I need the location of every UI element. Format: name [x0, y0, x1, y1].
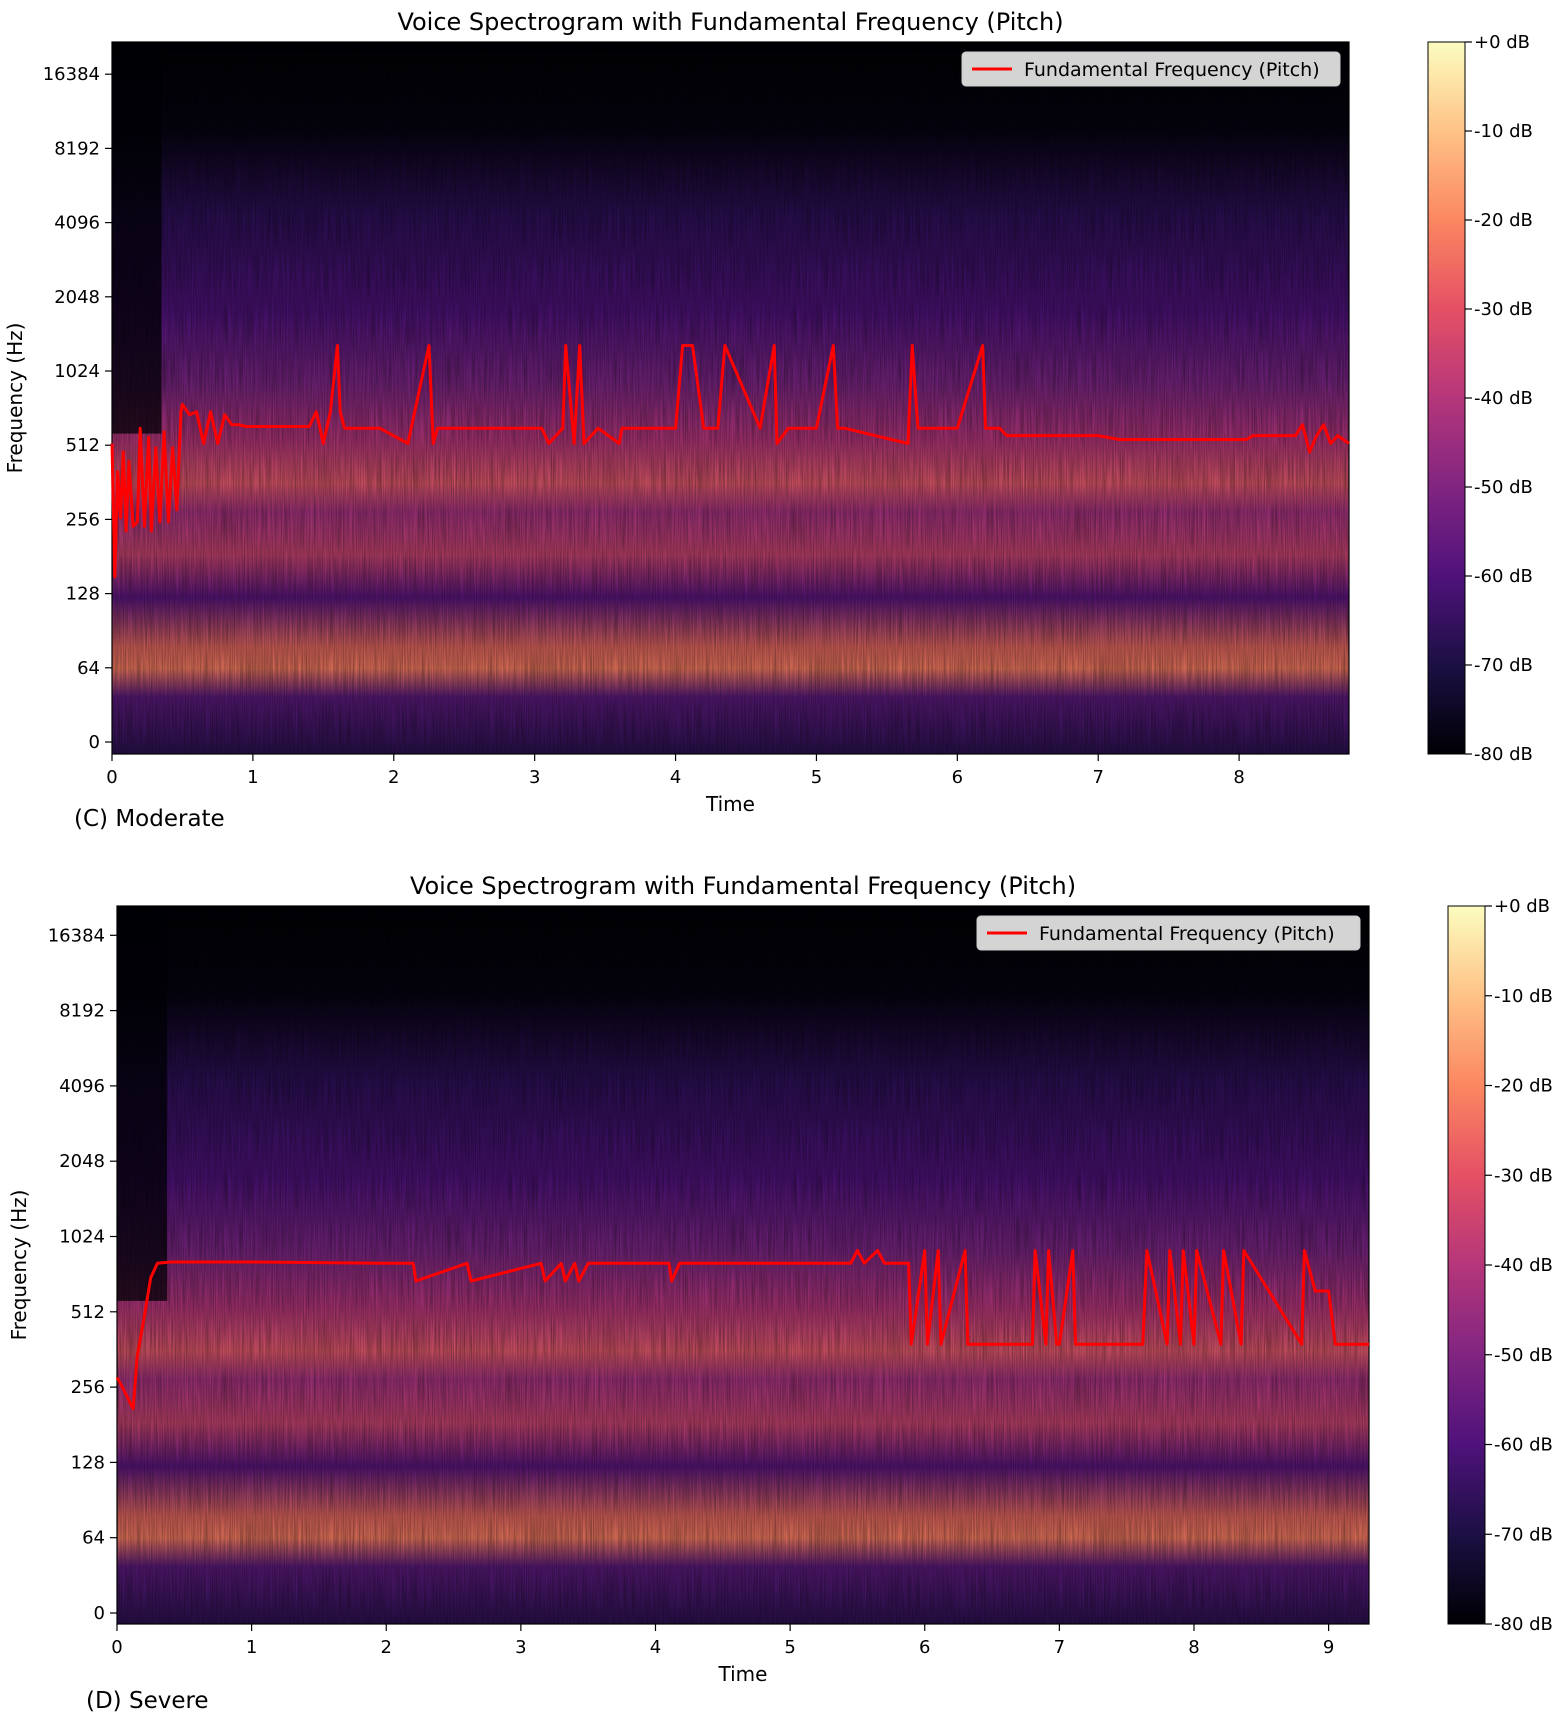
colorbar-tick-label: -20 dB — [1474, 210, 1533, 231]
y-tick-label: 16384 — [48, 925, 105, 946]
y-axis-label: Frequency (Hz) — [7, 1190, 31, 1341]
x-tick-label: 0 — [111, 1637, 122, 1658]
colorbar-tick-label: -70 dB — [1474, 655, 1533, 676]
colorbar-tick-label: -60 dB — [1494, 1435, 1553, 1456]
y-tick-label: 256 — [71, 1377, 105, 1398]
colorbar — [1447, 905, 1486, 1625]
x-tick-label: 6 — [952, 767, 963, 788]
colorbar-tick-label: -40 dB — [1474, 388, 1533, 409]
y-tick-label: 2048 — [59, 1151, 105, 1172]
y-tick-label: 512 — [71, 1302, 105, 1323]
colorbar-tick-label: -10 dB — [1494, 986, 1553, 1007]
y-tick-label: 1024 — [59, 1227, 105, 1248]
spectrogram-chart-moderate: Voice Spectrogram with Fundamental Frequ… — [3, 8, 1533, 816]
x-tick-label: 5 — [784, 1637, 795, 1658]
x-tick-label: 3 — [529, 767, 540, 788]
spectrogram-chart-severe: Voice Spectrogram with Fundamental Frequ… — [7, 872, 1553, 1686]
x-tick-label: 4 — [650, 1637, 661, 1658]
x-tick-label: 3 — [515, 1637, 526, 1658]
x-axis-label: Time — [718, 1662, 768, 1686]
colorbar-tick-label: -80 dB — [1474, 744, 1533, 765]
y-tick-label: 1024 — [54, 361, 100, 382]
y-tick-label: 16384 — [43, 64, 100, 85]
colorbar-tick-label: -50 dB — [1474, 477, 1533, 498]
x-tick-label: 2 — [381, 1637, 392, 1658]
y-axis-label: Frequency (Hz) — [3, 323, 27, 474]
colorbar-tick-label: +0 dB — [1474, 32, 1530, 53]
y-tick-label: 256 — [66, 509, 100, 530]
x-tick-label: 8 — [1188, 1637, 1199, 1658]
x-tick-label: 8 — [1233, 767, 1244, 788]
y-tick-label: 128 — [71, 1452, 105, 1473]
colorbar-tick-label: -60 dB — [1474, 566, 1533, 587]
x-tick-label: 6 — [919, 1637, 930, 1658]
y-tick-label: 64 — [82, 1528, 105, 1549]
chart-title: Voice Spectrogram with Fundamental Frequ… — [397, 8, 1063, 36]
colorbar-tick-label: -10 dB — [1474, 121, 1533, 142]
silence-region — [117, 906, 168, 1301]
y-tick-label: 64 — [77, 658, 100, 679]
colorbar — [1427, 41, 1466, 755]
legend: Fundamental Frequency (Pitch) — [961, 51, 1341, 87]
legend-label: Fundamental Frequency (Pitch) — [1039, 923, 1335, 945]
y-tick-label: 8192 — [59, 1001, 105, 1022]
y-tick-label: 4096 — [54, 213, 100, 234]
y-tick-label: 0 — [89, 732, 100, 753]
x-tick-label: 7 — [1092, 767, 1103, 788]
x-tick-label: 9 — [1323, 1637, 1334, 1658]
silence-region — [112, 42, 162, 434]
y-tick-label: 8192 — [54, 138, 100, 159]
x-tick-label: 1 — [246, 1637, 257, 1658]
legend-label: Fundamental Frequency (Pitch) — [1024, 59, 1320, 81]
y-tick-label: 128 — [66, 584, 100, 605]
x-tick-label: 0 — [106, 767, 117, 788]
x-tick-label: 7 — [1054, 1637, 1065, 1658]
caption-moderate: (C) Moderate — [74, 806, 225, 832]
x-tick-label: 2 — [388, 767, 399, 788]
colorbar-tick-label: -30 dB — [1494, 1165, 1553, 1186]
caption-severe: (D) Severe — [86, 1688, 209, 1714]
legend: Fundamental Frequency (Pitch) — [976, 915, 1361, 951]
x-axis-label: Time — [705, 792, 755, 816]
spectrogram-texture — [112, 42, 1349, 754]
colorbar-tick-label: -80 dB — [1494, 1614, 1553, 1635]
x-tick-label: 1 — [247, 767, 258, 788]
x-tick-label: 4 — [670, 767, 681, 788]
panel-moderate: Voice Spectrogram with Fundamental Frequ… — [0, 0, 1568, 860]
y-tick-label: 4096 — [59, 1076, 105, 1097]
panel-severe: Voice Spectrogram with Fundamental Frequ… — [0, 866, 1568, 1732]
colorbar-tick-label: +0 dB — [1494, 896, 1550, 917]
colorbar-tick-label: -70 dB — [1494, 1524, 1553, 1545]
colorbar-tick-label: -20 dB — [1494, 1076, 1553, 1097]
y-tick-label: 0 — [94, 1603, 105, 1624]
colorbar-tick-label: -30 dB — [1474, 299, 1533, 320]
chart-title: Voice Spectrogram with Fundamental Frequ… — [410, 872, 1076, 900]
y-tick-label: 2048 — [54, 287, 100, 308]
y-tick-label: 512 — [66, 435, 100, 456]
colorbar-tick-label: -40 dB — [1494, 1255, 1553, 1276]
colorbar-tick-label: -50 dB — [1494, 1345, 1553, 1366]
x-tick-label: 5 — [811, 767, 822, 788]
spectrogram-texture — [117, 906, 1369, 1624]
